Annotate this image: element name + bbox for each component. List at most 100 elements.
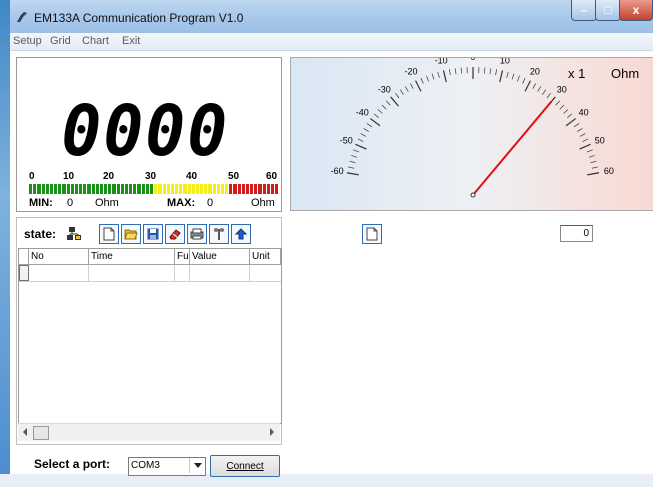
gauge-tick: [579, 143, 591, 150]
bar-segment: [141, 184, 145, 194]
gauge-scale-label: 20: [530, 67, 540, 77]
gauge-tick: [431, 73, 435, 80]
scroll-thumb[interactable]: [33, 426, 49, 440]
bar-segment: [91, 184, 95, 194]
gauge-tick: [460, 67, 463, 74]
gauge-tick: [348, 166, 355, 169]
title-bar[interactable]: EM133A Communication Program V1.0 – □ x: [10, 0, 653, 33]
gauge-tick: [579, 133, 586, 137]
scroll-left-icon[interactable]: [22, 428, 28, 436]
save-log-button[interactable]: [143, 224, 163, 244]
bar-segment: [170, 184, 175, 194]
horizontal-scrollbar[interactable]: [18, 423, 280, 441]
max-label: MAX:: [167, 197, 196, 209]
col-header-no[interactable]: No: [29, 249, 89, 265]
bar-segment: [262, 184, 266, 194]
bar-segment: [208, 184, 212, 194]
bar-segment: [54, 184, 58, 194]
new-file-icon: [103, 227, 115, 241]
bar-segment: [166, 184, 170, 194]
chevron-down-icon[interactable]: [189, 458, 205, 473]
bar-segment: [116, 184, 120, 194]
bar-segment: [245, 184, 250, 194]
bar-segment: [225, 184, 229, 194]
print-log-button[interactable]: [187, 224, 207, 244]
gauge-tick: [537, 86, 542, 92]
bar-segment: [108, 184, 112, 194]
data-grid[interactable]: No Time Fu Value Unit: [18, 248, 282, 424]
gauge-tick: [399, 89, 404, 95]
bar-segment: [275, 184, 279, 194]
app-window: EM133A Communication Program V1.0 – □ x …: [10, 0, 653, 487]
bar-segment: [33, 184, 37, 194]
port-selected-value: COM3: [131, 460, 160, 471]
upload-log-button[interactable]: [231, 224, 251, 244]
bar-segment: [158, 184, 162, 194]
bar-segment: [58, 184, 62, 194]
gauge-tick: [404, 86, 409, 92]
new-chart-button[interactable]: [362, 224, 382, 244]
bar-segment: [233, 184, 237, 194]
gauge-tick: [377, 109, 383, 114]
client-area: 0000 0 10 20 30 40 50 60 MIN: 0 Ohm MAX:…: [10, 51, 653, 477]
gauge-tick: [489, 68, 492, 75]
bar-segment: [133, 184, 137, 194]
col-header-fu[interactable]: Fu: [175, 249, 190, 265]
bar-segment: [87, 184, 91, 194]
bar-tick-label: 40: [186, 171, 198, 182]
col-header-time[interactable]: Time: [89, 249, 175, 265]
bar-segment: [216, 184, 220, 194]
minimize-button[interactable]: –: [571, 0, 597, 21]
menu-chart[interactable]: Chart: [82, 35, 109, 47]
new-log-button[interactable]: [99, 224, 119, 244]
open-log-button[interactable]: [121, 224, 141, 244]
bar-segment: [154, 184, 158, 194]
maximize-button[interactable]: □: [595, 0, 621, 21]
bar-scale: 0 10 20 30 40 50 60: [29, 171, 279, 183]
close-button[interactable]: x: [619, 0, 653, 21]
bar-segment: [191, 184, 195, 194]
bar-segment: [41, 184, 45, 194]
menu-exit[interactable]: Exit: [122, 35, 140, 47]
col-header-value[interactable]: Value: [190, 249, 250, 265]
port-dropdown[interactable]: COM3: [128, 457, 206, 476]
settings-log-button[interactable]: [209, 224, 229, 244]
gauge-scale-label: 40: [579, 108, 589, 118]
gauge-scale-label: 0: [470, 58, 475, 62]
bar-segment: [270, 184, 275, 194]
table-cell[interactable]: [190, 265, 250, 281]
gauge-scale-label: 60: [604, 166, 614, 176]
col-header-unit[interactable]: Unit: [250, 249, 281, 265]
counter-field[interactable]: 0: [560, 225, 593, 242]
gauge-tick: [563, 109, 569, 114]
clear-log-button[interactable]: [165, 224, 185, 244]
save-disk-icon: [147, 228, 159, 240]
bar-segment: [229, 184, 233, 194]
app-icon: [17, 12, 28, 22]
row-indicator[interactable]: [19, 265, 29, 281]
gauge-tick: [590, 160, 597, 164]
eraser-icon: [169, 229, 181, 240]
gauge-tick: [366, 123, 373, 128]
table-cell[interactable]: [89, 265, 175, 281]
menu-setup[interactable]: Setup: [13, 35, 42, 47]
gauge-tick: [390, 96, 399, 107]
lcd-display: 0000 0 10 20 30 40 50 60 MIN: 0 Ohm MAX:…: [16, 57, 282, 212]
gauge-scale-label: -50: [340, 135, 353, 145]
gauge-tick: [511, 73, 515, 80]
bar-segment: [129, 184, 133, 194]
gauge-scale-label: -10: [435, 58, 448, 66]
bar-segment: [204, 184, 208, 194]
table-cell[interactable]: [175, 265, 190, 281]
table-cell[interactable]: [29, 265, 89, 281]
bar-segment: [120, 184, 124, 194]
menu-grid[interactable]: Grid: [50, 35, 71, 47]
bar-segment: [258, 184, 262, 194]
connect-button[interactable]: Connect: [210, 455, 280, 477]
bar-segment: [220, 184, 225, 194]
bar-segment: [45, 184, 49, 194]
min-value: 0: [67, 197, 74, 209]
gauge-tick: [532, 83, 537, 89]
scroll-right-icon[interactable]: [269, 428, 275, 436]
bar-segment: [29, 184, 33, 194]
